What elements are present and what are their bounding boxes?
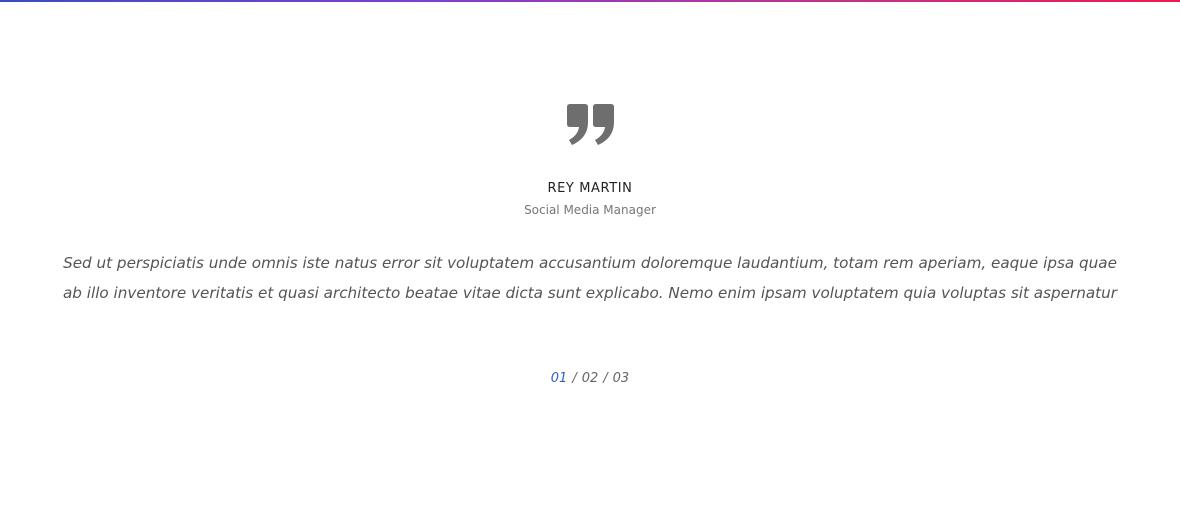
quote-right-icon [567,104,614,145]
author-role: Social Media Manager [524,203,656,217]
top-gradient-bar [0,0,1180,2]
page-link-03[interactable]: 03 [611,371,632,386]
testimonial-text: Sed ut perspiciatis unde omnis iste natu… [63,254,1117,302]
page-separator: / [603,371,608,386]
author-name: REY MARTIN [547,181,633,196]
page-link-02[interactable]: 02 [580,371,601,386]
page-separator: / [572,371,577,386]
slider-pagination: 01/02/03 [0,371,1180,386]
page-link-01[interactable]: 01 [549,371,570,386]
